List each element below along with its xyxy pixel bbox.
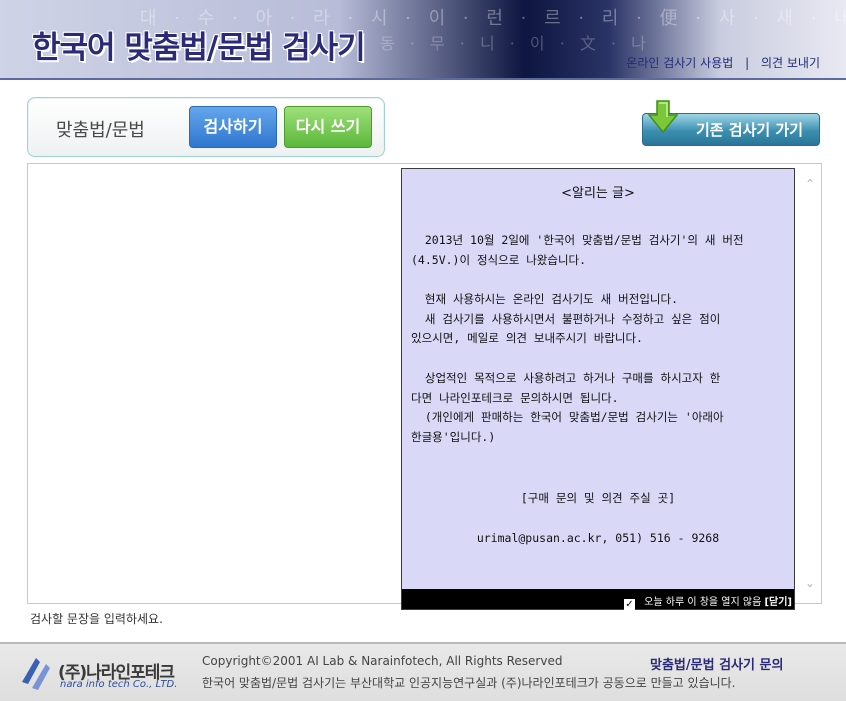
rewrite-button[interactable]: 다시 쓰기 [284, 106, 372, 148]
header-link-separator: | [745, 56, 750, 70]
scroll-up-icon[interactable]: ⌃ [803, 178, 817, 190]
contact-info: urimal@pusan.ac.kr, 051) 516 - 9268 [476, 531, 720, 545]
input-hint: 검사할 문장을 입력하세요. [30, 612, 163, 626]
nara-logo-icon [22, 658, 50, 690]
checker-toolbar: 맞춤법/문법 검사하기 다시 쓰기 [27, 97, 385, 157]
copyright-text: Copyright©2001 AI Lab & Narainfotech, Al… [202, 654, 563, 668]
notice-popup: <알리는 글> 2013년 10월 2일에 '한국어 맞춤법/문법 검사기'의 … [401, 168, 795, 610]
logo-subtitle: nara info tech Co., LTD. [60, 679, 178, 690]
contact-title: [구매 문의 및 의견 주실 곳] [520, 491, 676, 505]
send-feedback-link[interactable]: 의견 보내기 [761, 56, 820, 70]
mode-label: 맞춤법/문법 [56, 120, 145, 141]
notice-paragraph: 현재 사용하시는 온라인 검사기도 새 버전입니다. 새 검사기를 사용하시면서… [411, 292, 721, 345]
dismiss-today: ✓ 오늘 하루 이 창을 열지 않음 [닫기] [623, 593, 792, 610]
company-logo: (주)나라인포테크 nara info tech Co., LTD. [18, 650, 183, 694]
header-background-text-2: 동 · 무 · 니 · 이 · 文 · 나 [380, 34, 651, 53]
header-divider [0, 78, 846, 80]
header-banner: 대 · 수 · 아 · 라 · 시 · 이 · 런 · 르 · 리 · 便 · … [0, 0, 846, 80]
header-links: 온라인 검사기 사용법 | 의견 보내기 [626, 54, 820, 71]
credit-text: 한국어 맞춤법/문법 검사기는 부산대학교 인공지능연구실과 (주)나라인포테크… [202, 676, 736, 690]
scroll-down-icon[interactable]: ⌄ [803, 577, 817, 589]
editor-scrollbar[interactable]: ⌃ ⌄ [799, 164, 821, 603]
page-footer: (주)나라인포테크 nara info tech Co., LTD. Copyr… [0, 642, 846, 701]
notice-paragraph: 2013년 10월 2일에 '한국어 맞춤법/문법 검사기'의 새 버전 (4.… [411, 233, 744, 267]
app-title: 한국어 맞춤법/문법 검사기 [32, 30, 366, 66]
usage-guide-link[interactable]: 온라인 검사기 사용법 [626, 56, 733, 70]
inquiry-link[interactable]: 맞춤법/문법 검사기 문의 [650, 654, 783, 673]
dismiss-today-checkbox[interactable]: ✓ [623, 599, 635, 610]
check-button[interactable]: 검사하기 [189, 106, 277, 148]
dismiss-today-label: 오늘 하루 이 창을 열지 않음 [644, 597, 762, 608]
notice-title: <알리는 글> [561, 186, 635, 201]
notice-footer-bar: ✓ 오늘 하루 이 창을 열지 않음 [닫기] [402, 589, 794, 610]
notice-paragraph: 상업적인 목적으로 사용하려고 하거나 구매를 하시고자 한 다면 나라인포테크… [411, 371, 724, 444]
close-notice-button[interactable]: [닫기] [764, 597, 792, 608]
arrow-down-icon [647, 100, 679, 134]
